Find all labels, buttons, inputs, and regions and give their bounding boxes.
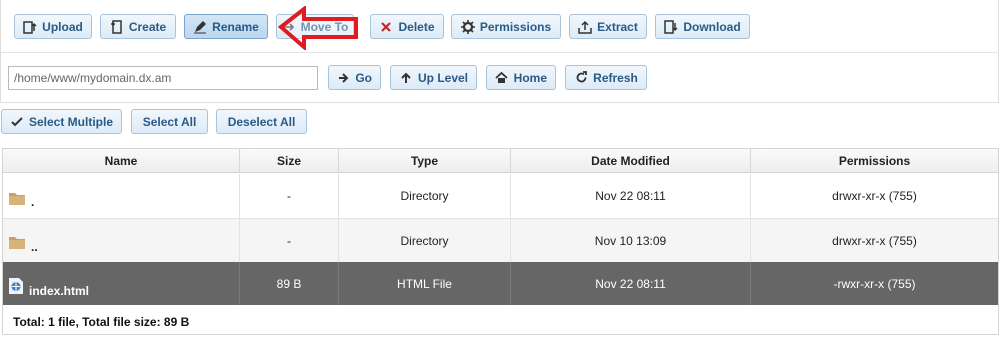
html-file-icon — [9, 278, 23, 297]
file-date-modified: Nov 22 08:11 — [511, 262, 751, 305]
file-name: . — [31, 195, 35, 209]
column-header-name[interactable]: Name — [3, 149, 240, 173]
select-all-label: Select All — [142, 114, 197, 129]
extract-icon — [578, 20, 592, 34]
file-date-modified: Nov 10 13:09 — [511, 219, 751, 262]
arrow-right-icon — [337, 71, 350, 85]
file-permissions: -rwxr-xr-x (755) — [833, 276, 916, 291]
path-input[interactable] — [8, 66, 318, 90]
table-row[interactable]: . - Directory Nov 22 08:11 drwxr-xr-x (7… — [3, 174, 998, 219]
select-multiple-label: Select Multiple — [28, 114, 113, 129]
upload-button[interactable]: Upload — [14, 14, 92, 39]
file-permissions: drwxr-xr-x (755) — [832, 233, 917, 248]
download-icon — [664, 19, 678, 34]
new-file-icon — [110, 19, 124, 34]
permissions-button[interactable]: Permissions — [451, 14, 561, 39]
download-label: Download — [683, 19, 741, 34]
up-level-button[interactable]: Up Level — [390, 65, 477, 90]
extract-label: Extract — [597, 19, 638, 34]
delete-icon — [379, 20, 393, 34]
file-name: .. — [31, 239, 38, 254]
delete-button[interactable]: Delete — [370, 14, 444, 39]
arrow-up-icon — [399, 71, 413, 85]
upload-icon — [23, 20, 37, 34]
create-label: Create — [128, 19, 167, 34]
create-button[interactable]: Create — [100, 14, 176, 39]
file-permissions: drwxr-xr-x (755) — [832, 189, 917, 203]
select-multiple-button[interactable]: Select Multiple — [1, 109, 122, 134]
column-header-permissions[interactable]: Permissions — [751, 149, 998, 173]
rename-label: Rename — [212, 19, 259, 34]
delete-label: Delete — [398, 19, 435, 34]
refresh-icon — [574, 71, 588, 85]
file-name: index.html — [29, 283, 90, 298]
file-type: HTML File — [339, 262, 511, 305]
download-button[interactable]: Download — [655, 14, 750, 39]
home-button[interactable]: Home — [486, 65, 556, 90]
file-size: 89 B — [240, 262, 339, 305]
column-header-type[interactable]: Type — [339, 149, 511, 173]
select-all-button[interactable]: Select All — [131, 109, 208, 134]
file-type: Directory — [339, 219, 511, 262]
go-label: Go — [355, 70, 372, 85]
up-level-label: Up Level — [417, 70, 468, 85]
upload-label: Upload — [42, 19, 83, 34]
rename-button[interactable]: Rename — [184, 14, 268, 39]
folder-icon — [9, 235, 25, 252]
file-size: - — [240, 174, 339, 218]
refresh-label: Refresh — [593, 70, 638, 85]
deselect-all-label: Deselect All — [227, 114, 296, 129]
deselect-all-button[interactable]: Deselect All — [216, 109, 307, 134]
checkmark-icon — [10, 115, 24, 129]
folder-icon — [9, 191, 25, 208]
file-type: Directory — [339, 174, 511, 218]
annotation-arrow-icon — [277, 6, 358, 50]
file-table: Name Size Type Date Modified Permissions… — [2, 148, 999, 335]
table-footer-total: Total: 1 file, Total file size: 89 B — [13, 315, 190, 329]
extract-button[interactable]: Extract — [569, 14, 647, 39]
permissions-label: Permissions — [479, 19, 552, 34]
table-row-selected[interactable]: index.html 89 B HTML File Nov 22 08:11 -… — [3, 262, 998, 305]
pencil-icon — [193, 20, 207, 34]
file-size: - — [240, 219, 339, 262]
go-button[interactable]: Go — [328, 65, 381, 90]
toolbar-divider — [0, 52, 999, 53]
table-row[interactable]: .. - Directory Nov 10 13:09 drwxr-xr-x (… — [3, 219, 998, 262]
home-icon — [495, 71, 509, 85]
file-date-modified: Nov 22 08:11 — [511, 174, 751, 218]
gear-icon — [460, 19, 475, 34]
column-header-size[interactable]: Size — [240, 149, 339, 173]
home-label: Home — [513, 70, 547, 85]
refresh-button[interactable]: Refresh — [565, 65, 647, 90]
column-header-date-modified[interactable]: Date Modified — [511, 149, 751, 173]
